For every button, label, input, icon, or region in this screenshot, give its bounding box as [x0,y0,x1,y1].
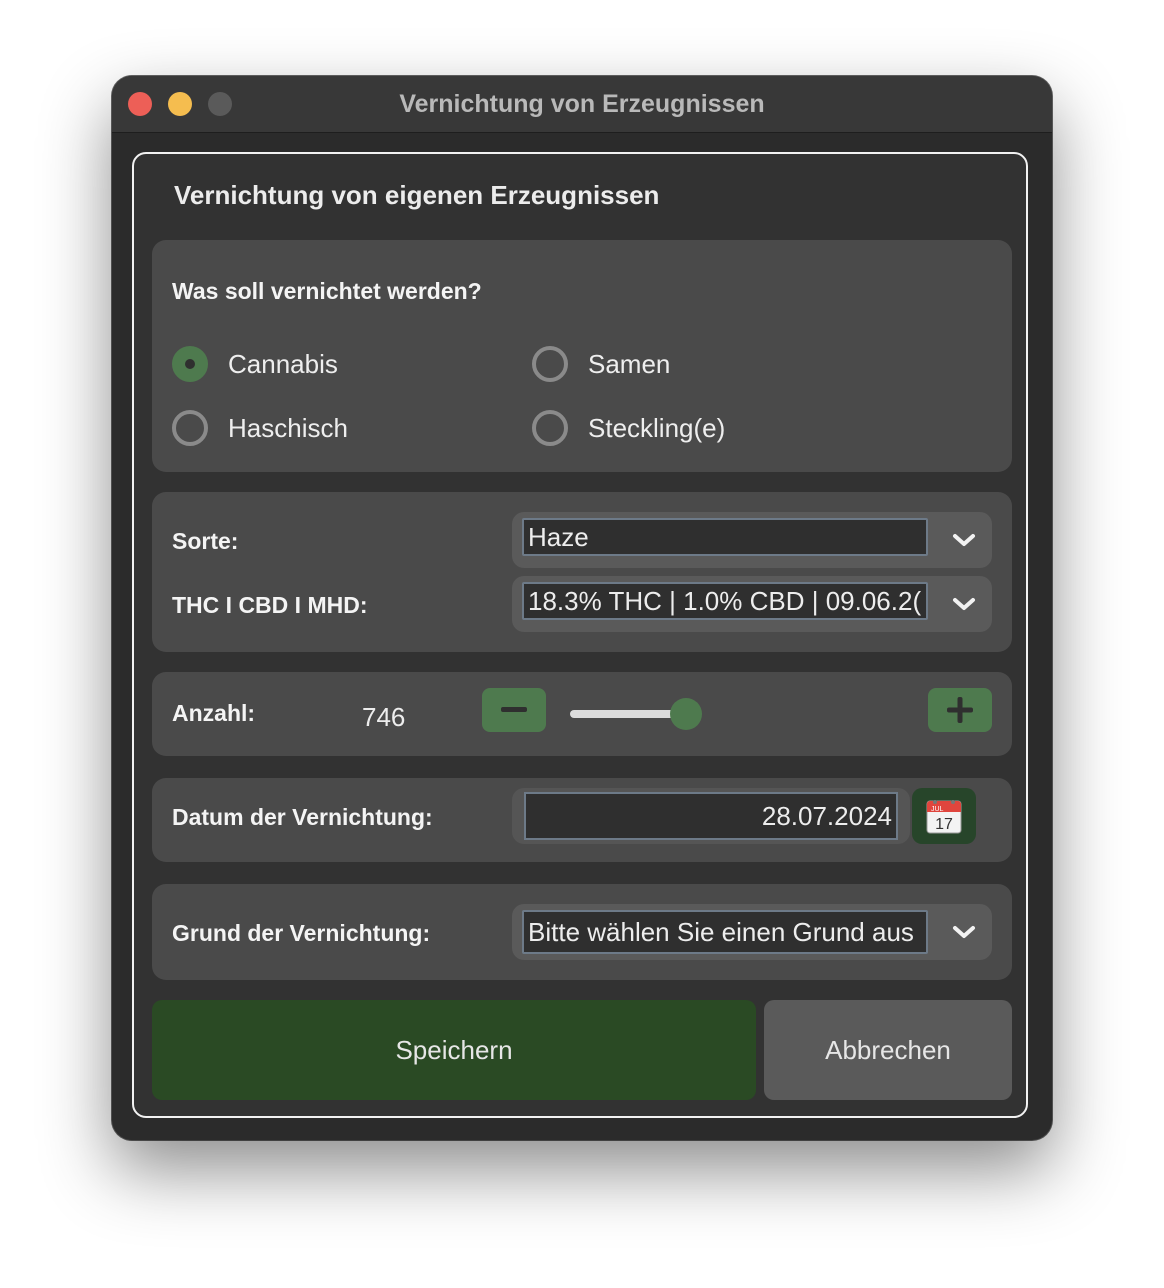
plus-icon [947,697,973,723]
radio-stecklinge-indicator[interactable] [532,410,568,446]
sorte-input[interactable]: Haze [522,518,928,556]
calendar-button[interactable]: JUL 17 [912,788,976,844]
chevron-down-icon [953,598,975,610]
radio-haschisch-label: Haschisch [228,412,348,443]
radio-haschisch[interactable]: Haschisch [172,410,348,446]
destroy-type-label: Was soll vernichtet werden? [172,278,482,304]
grund-combobox[interactable]: Bitte wählen Sie einen Grund aus [512,904,992,960]
radio-stecklinge[interactable]: Steckling(e) [532,410,725,446]
datum-label: Datum der Vernichtung: [172,804,433,830]
calendar-month-text: JUL [931,806,944,813]
chevron-down-icon [953,534,975,546]
thc-dropdown-button[interactable] [936,576,992,632]
title-bar[interactable]: Vernichtung von Erzeugnissen [112,76,1052,133]
radio-cannabis-label: Cannabis [228,348,338,379]
radio-samen-indicator[interactable] [532,346,568,382]
date-field-container: 28.07.2024 [512,788,910,844]
grund-label: Grund der Vernichtung: [172,920,431,946]
calendar-day-text: 17 [935,816,953,833]
radio-samen[interactable]: Samen [532,346,670,382]
thc-label: THC I CBD I MHD: [172,592,368,618]
cancel-button[interactable]: Abbrechen [764,1000,1012,1100]
increment-button[interactable] [928,688,992,732]
quantity-value: 746 [362,702,406,732]
app-window: Vernichtung von Erzeugnissen Vernichtung… [112,76,1052,1140]
grund-input[interactable]: Bitte wählen Sie einen Grund aus [522,910,928,954]
strain-card: Sorte: Haze THC I CBD I MHD: 18.3% THC |… [152,492,1012,652]
decrement-button[interactable] [482,688,546,732]
minus-icon [501,707,527,712]
quantity-card: Anzahl: 746 [152,672,1012,756]
thc-combobox[interactable]: 18.3% THC | 1.0% CBD | 09.06.2( [512,576,992,632]
thc-input[interactable]: 18.3% THC | 1.0% CBD | 09.06.2( [522,582,928,620]
radio-samen-label: Samen [588,348,671,379]
sorte-label: Sorte: [172,528,239,554]
radio-haschisch-indicator[interactable] [172,410,208,446]
grund-dropdown-button[interactable] [936,904,992,960]
radio-stecklinge-label: Steckling(e) [588,412,726,443]
sorte-dropdown-button[interactable] [936,512,992,568]
calendar-icon: JUL 17 [926,800,962,834]
form-heading: Vernichtung von eigenen Erzeugnissen [174,180,660,210]
date-card: Datum der Vernichtung: 28.07.2024 JUL 17 [152,778,1012,862]
window-title: Vernichtung von Erzeugnissen [399,90,765,118]
anzahl-label: Anzahl: [172,700,256,726]
destroy-type-card: Was soll vernichtet werden? Cannabis Sam… [152,240,1012,472]
reason-card: Grund der Vernichtung: Bitte wählen Sie … [152,884,1012,980]
quantity-slider-handle[interactable] [670,698,702,730]
date-input[interactable]: 28.07.2024 [524,792,898,840]
chevron-down-icon [953,926,975,938]
radio-cannabis-indicator[interactable] [172,346,208,382]
sorte-combobox[interactable]: Haze [512,512,992,568]
form-panel: Vernichtung von eigenen Erzeugnissen Was… [132,152,1028,1118]
radio-cannabis[interactable]: Cannabis [172,346,338,382]
save-button[interactable]: Speichern [152,1000,756,1100]
